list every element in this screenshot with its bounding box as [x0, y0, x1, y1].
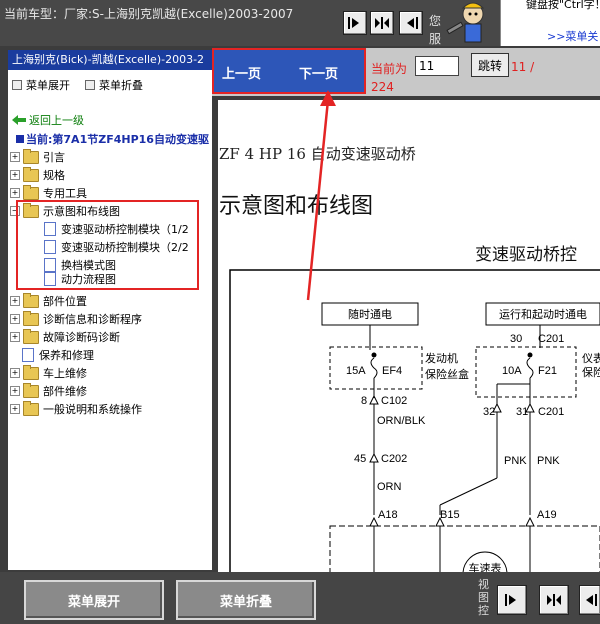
view-right-button[interactable] — [497, 585, 527, 615]
menu-expand-button[interactable]: 菜单展开 — [24, 580, 164, 620]
arrow-right-icon — [505, 594, 516, 606]
view-left-button[interactable] — [579, 585, 600, 615]
view-control-label: 视图控 — [478, 578, 489, 617]
arrow-left-icon — [586, 594, 597, 606]
split-arrows-icon — [547, 594, 561, 606]
annotation-arrow-icon — [306, 90, 336, 301]
view-split-button[interactable] — [539, 585, 569, 615]
menu-collapse-button[interactable]: 菜单折叠 — [176, 580, 316, 620]
